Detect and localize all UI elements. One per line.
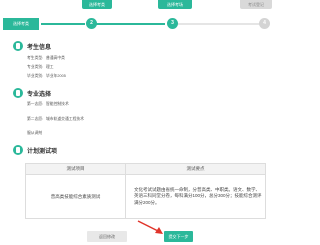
arrow-shaft — [137, 220, 161, 233]
red-arrow-annotation — [137, 220, 163, 234]
